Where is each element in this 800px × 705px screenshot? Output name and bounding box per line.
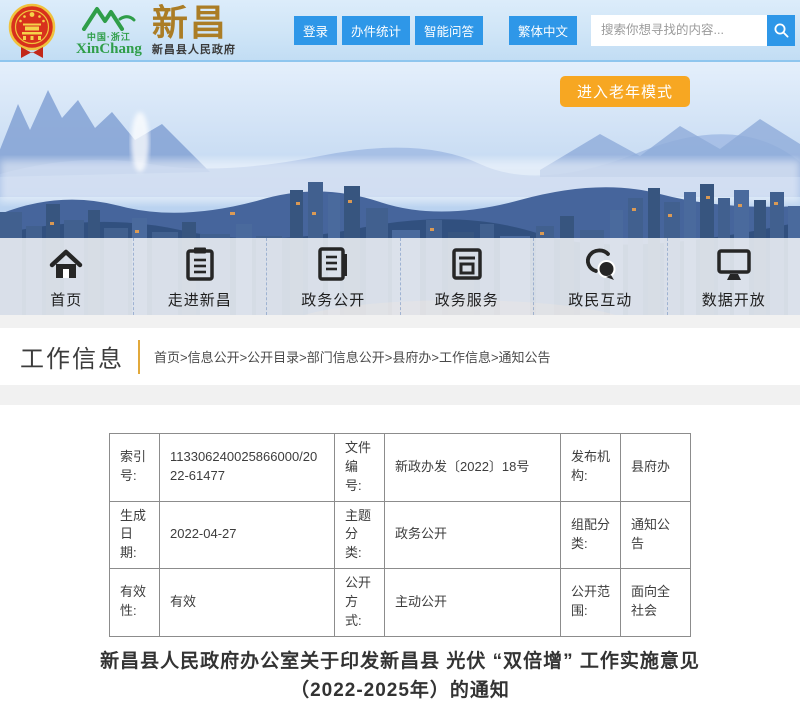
- page-title-bar: 工作信息 首页>信息公开>公开目录>部门信息公开>县府办>工作信息>通知公告: [0, 328, 800, 385]
- search-icon: [773, 22, 790, 39]
- traditional-chinese-button[interactable]: 繁体中文: [509, 16, 577, 45]
- clipboard-icon: [179, 244, 221, 284]
- meta-value: 面向全社会: [621, 569, 691, 637]
- nav-label: 政务服务: [435, 289, 499, 310]
- meta-value: 新政办发〔2022〕18号: [385, 434, 561, 502]
- gold-divider: [138, 340, 140, 374]
- chat-bubbles-icon: [579, 244, 621, 284]
- meta-label: 文件编号:: [335, 434, 385, 502]
- nav-label: 走进新昌: [168, 289, 232, 310]
- meta-value: 主动公开: [385, 569, 561, 637]
- document-icon: [312, 244, 354, 284]
- document-title: 新昌县人民政府办公室关于印发新昌县 光伏 “双倍增” 工作实施意见 （2022-…: [60, 647, 740, 705]
- search-bar: [591, 15, 795, 46]
- monitor-icon: [713, 244, 755, 284]
- nav-item-interaction[interactable]: 政民互动: [534, 238, 668, 315]
- nav-label: 数据开放: [702, 289, 766, 310]
- table-row: 索引号: 113306240025866000/2022-61477 文件编号:…: [110, 434, 691, 502]
- nav-item-open-data[interactable]: 数据开放: [668, 238, 800, 315]
- national-emblem-icon: [8, 2, 56, 59]
- brand-region-en: XinChang: [76, 42, 142, 57]
- divider-strip: [0, 385, 800, 405]
- meta-label: 生成日期:: [110, 501, 160, 569]
- mountain-logo-icon: [80, 4, 138, 31]
- document-title-line2: （2022-2025年）的通知: [60, 676, 740, 705]
- nav-item-home[interactable]: 首页: [0, 238, 134, 315]
- document-title-line1: 新昌县人民政府办公室关于印发新昌县 光伏 “双倍增” 工作实施意见: [60, 647, 740, 676]
- breadcrumb[interactable]: 首页>信息公开>公开目录>部门信息公开>县府办>工作信息>通知公告: [154, 347, 551, 366]
- nav-label: 首页: [50, 289, 82, 310]
- search-button[interactable]: [767, 15, 795, 46]
- site-name: 新昌: [152, 5, 236, 41]
- main-navigation: 首页 走进新昌 政务公开: [0, 238, 800, 315]
- smart-qa-button[interactable]: 智能问答: [415, 16, 483, 45]
- document-meta-table: 索引号: 113306240025866000/2022-61477 文件编号:…: [109, 433, 691, 637]
- top-header: 中国·浙江 XinChang 新昌 新昌县人民政府 登录 办件统计 智能问答 繁…: [0, 0, 800, 62]
- nav-label: 政民互动: [568, 289, 632, 310]
- home-icon: [45, 244, 87, 284]
- login-button[interactable]: 登录: [294, 16, 337, 45]
- meta-value: 有效: [160, 569, 335, 637]
- site-logo[interactable]: 中国·浙江 XinChang 新昌 新昌县人民政府: [8, 2, 236, 59]
- meta-label: 索引号:: [110, 434, 160, 502]
- service-window-icon: [446, 244, 488, 284]
- table-row: 有效性: 有效 公开方式: 主动公开 公开范围: 面向全社会: [110, 569, 691, 637]
- meta-value: 113306240025866000/2022-61477: [160, 434, 335, 502]
- nav-item-gov-disclosure[interactable]: 政务公开: [267, 238, 401, 315]
- meta-label: 发布机构:: [561, 434, 621, 502]
- meta-label: 组配分类:: [561, 501, 621, 569]
- nav-item-about[interactable]: 走进新昌: [134, 238, 268, 315]
- divider-strip: [0, 315, 800, 328]
- document-content: 索引号: 113306240025866000/2022-61477 文件编号:…: [0, 433, 800, 705]
- header-actions: 登录 办件统计 智能问答 繁体中文: [289, 15, 795, 46]
- case-stats-button[interactable]: 办件统计: [342, 16, 410, 45]
- meta-label: 公开范围:: [561, 569, 621, 637]
- meta-value: 县府办: [621, 434, 691, 502]
- elder-mode-button[interactable]: 进入老年模式: [560, 76, 690, 107]
- meta-label: 主题分类:: [335, 501, 385, 569]
- site-subtitle: 新昌县人民政府: [152, 45, 236, 56]
- search-input[interactable]: [591, 15, 767, 46]
- meta-value: 政务公开: [385, 501, 561, 569]
- meta-label: 公开方式:: [335, 569, 385, 637]
- meta-value: 2022-04-27: [160, 501, 335, 569]
- page-title: 工作信息: [20, 339, 124, 374]
- table-row: 生成日期: 2022-04-27 主题分类: 政务公开 组配分类: 通知公告: [110, 501, 691, 569]
- banner: 进入老年模式 首页 走进新昌: [0, 62, 800, 315]
- meta-value: 通知公告: [621, 501, 691, 569]
- nav-item-gov-services[interactable]: 政务服务: [401, 238, 535, 315]
- meta-label: 有效性:: [110, 569, 160, 637]
- nav-label: 政务公开: [301, 289, 365, 310]
